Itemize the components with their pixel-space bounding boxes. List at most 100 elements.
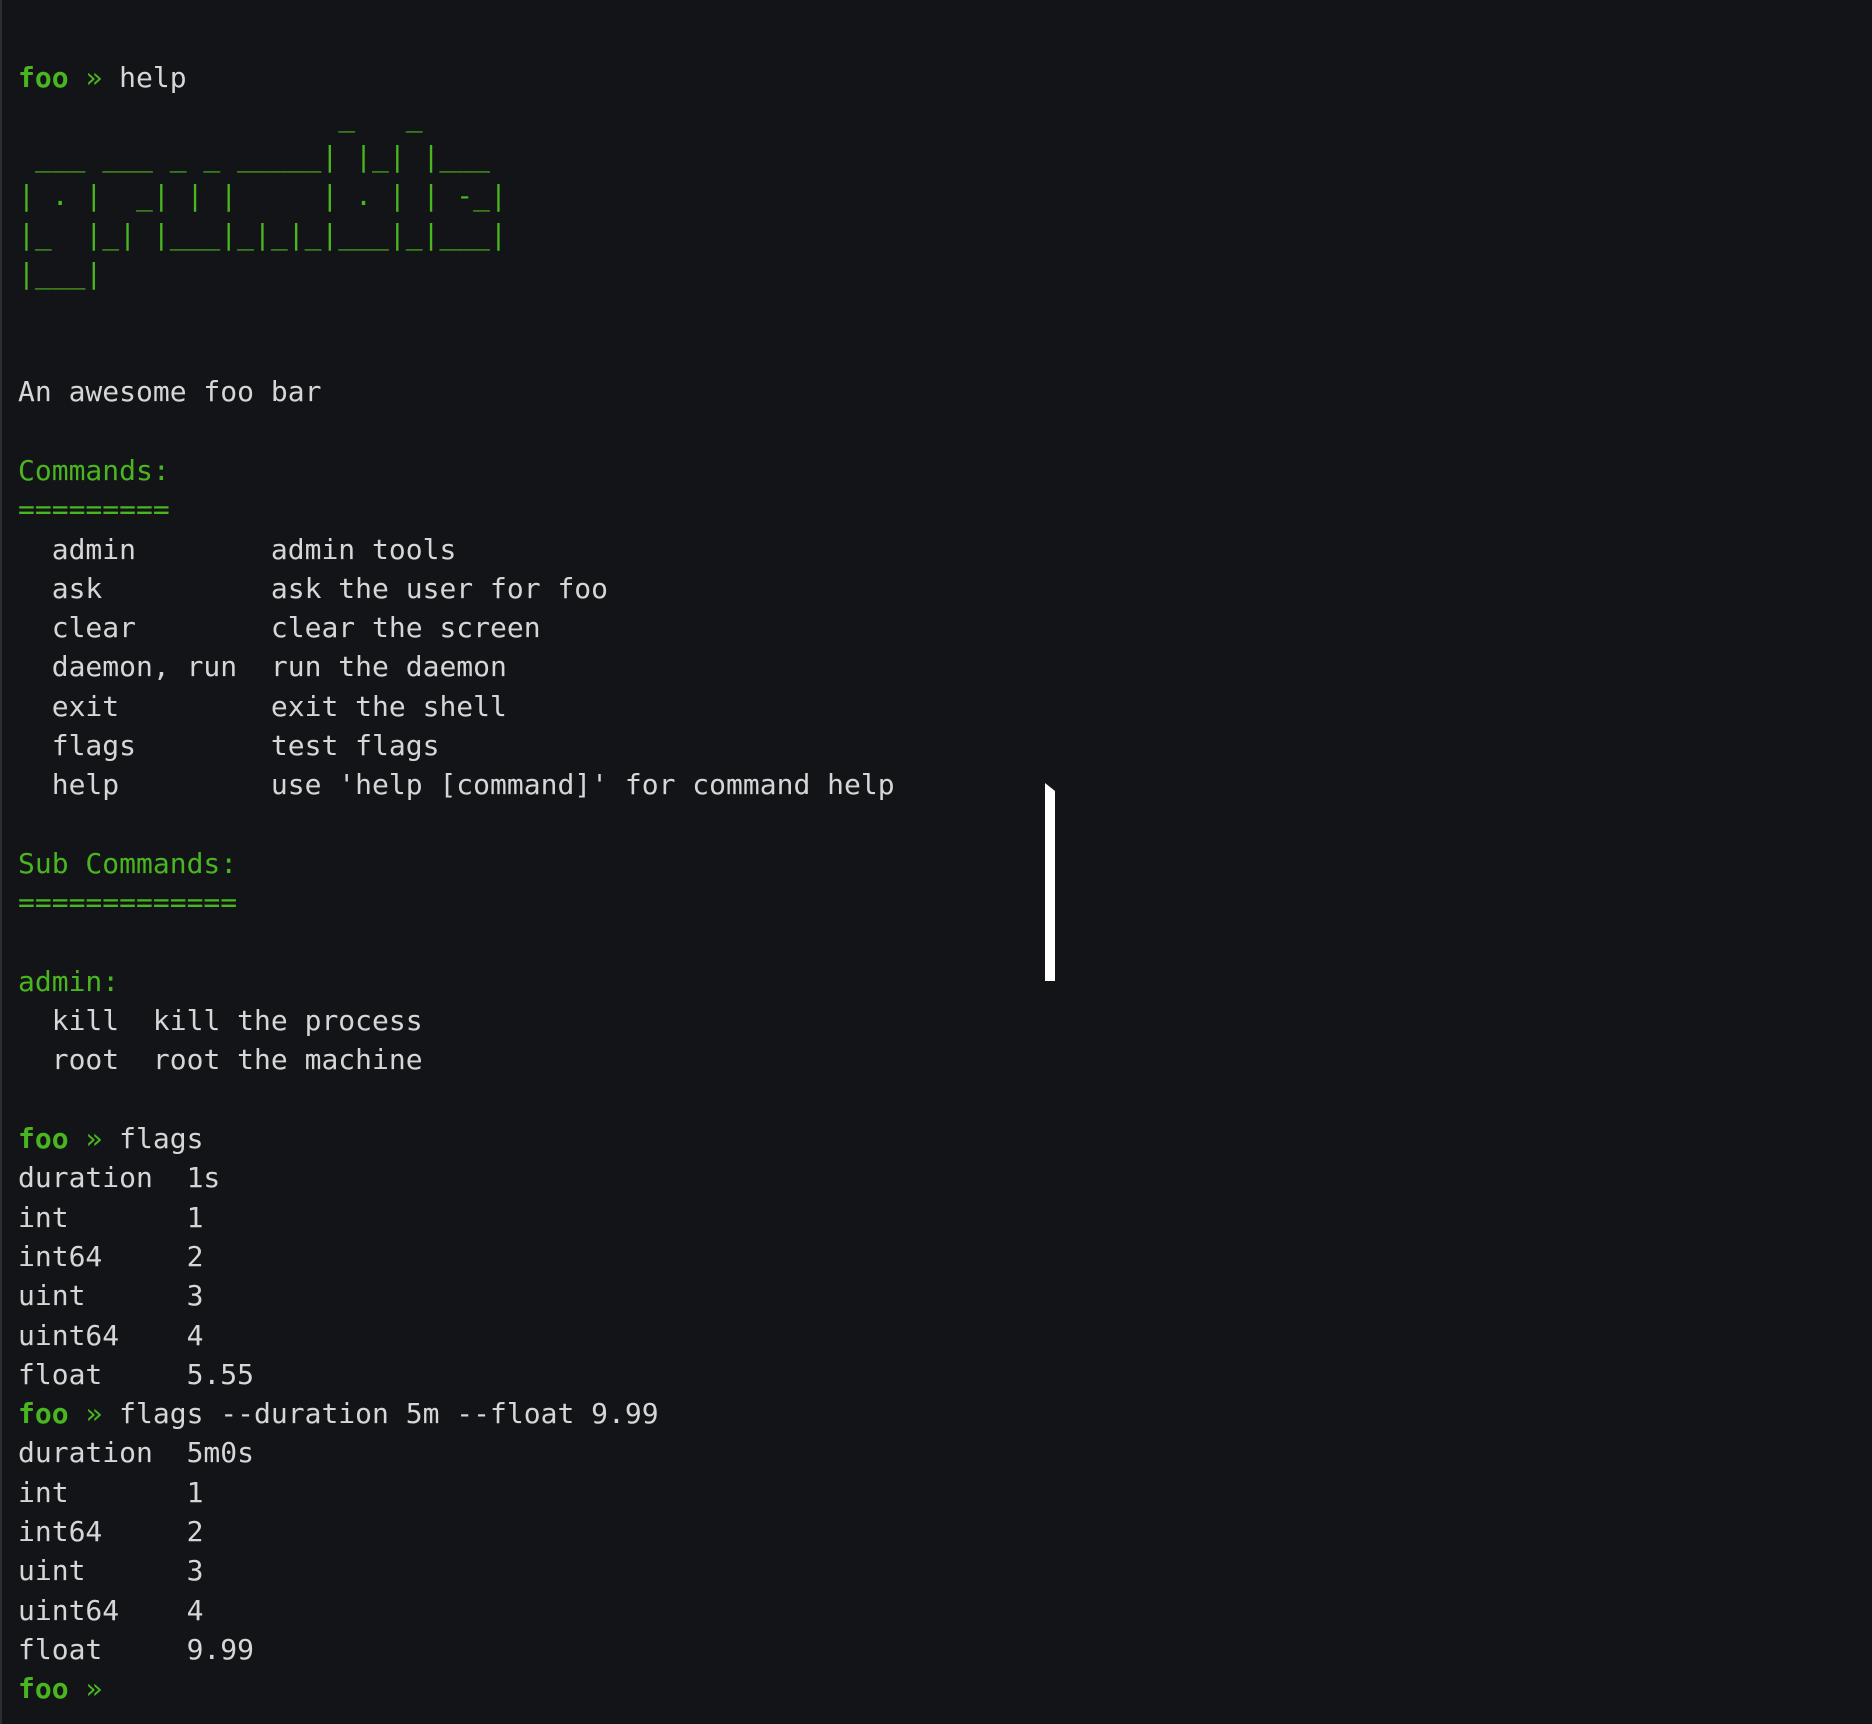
subcommands-underline: ============= — [18, 886, 238, 920]
ascii-banner-line: |___| — [18, 257, 103, 291]
flag-row-name: duration — [18, 1161, 187, 1195]
flag-row-value: 5m0s — [186, 1436, 255, 1470]
prompt-symbol: » — [85, 1122, 103, 1156]
subcommand-row: kill kill the process — [18, 1001, 1872, 1040]
command-row-name: clear — [51, 611, 271, 645]
flag-row: uint64 4 — [18, 1316, 1872, 1355]
command-text: flags --duration 5m --float 9.99 — [119, 1397, 659, 1431]
flag-row: float 9.99 — [18, 1630, 1872, 1669]
flag-row-name: int64 — [18, 1514, 187, 1548]
ascii-banner-line: |_ |_| |___|_|_|_|___|_|___| — [18, 218, 507, 252]
ascii-banner-line: | . | _| | | | . | | -_| — [18, 178, 507, 212]
command-row: help use 'help [command]' for command he… — [18, 765, 1872, 804]
ascii-banner-line: ___ ___ _ _ _____| |_| |___ — [18, 139, 491, 173]
commands-underline: ========= — [18, 493, 170, 527]
subcommands-heading: Sub Commands: — [18, 846, 238, 880]
command-row: flags test flags — [18, 726, 1872, 765]
prompt-symbol: » — [85, 61, 103, 94]
flag-row-value: 2 — [186, 1514, 204, 1548]
ascii-banner-line: _ _ — [18, 100, 423, 134]
prompt-name: foo — [18, 1672, 69, 1706]
command-row: admin admin tools — [18, 530, 1872, 569]
prompt-symbol: » — [85, 1397, 103, 1431]
flag-row-name: float — [18, 1357, 187, 1391]
app-description: An awesome foo bar — [18, 375, 322, 409]
flag-row: duration 5m0s — [18, 1433, 1872, 1472]
flag-row-name: duration — [18, 1436, 187, 1470]
prompt-symbol: » — [85, 1672, 103, 1706]
flag-row: int64 2 — [18, 1512, 1872, 1551]
subcommand-row-value: kill the process — [152, 1004, 423, 1038]
flag-row-name: int64 — [18, 1239, 187, 1273]
flag-row-value: 4 — [186, 1593, 204, 1627]
command-row-name: ask — [51, 571, 271, 605]
prompt-line: foo » flags --duration 5m --float 9.99 — [18, 1394, 1872, 1433]
flag-row-value: 2 — [186, 1239, 204, 1273]
flag-row-name: int — [18, 1475, 187, 1509]
subcommand-row-name: kill — [51, 1004, 153, 1038]
command-text: help — [119, 61, 187, 94]
prompt-name: foo — [18, 1397, 69, 1431]
command-row-name: help — [51, 768, 271, 802]
prompt-line: foo » help — [18, 58, 1872, 97]
command-row-value: ask the user for foo — [270, 571, 609, 605]
subcommand-row: root root the machine — [18, 1040, 1872, 1079]
command-row-value: clear the screen — [270, 611, 541, 645]
flag-row-value: 1s — [186, 1161, 221, 1195]
flag-row-name: int — [18, 1200, 187, 1234]
flag-row-value: 9.99 — [186, 1632, 255, 1666]
flag-row: int64 2 — [18, 1237, 1872, 1276]
flag-row-name: uint — [18, 1279, 187, 1313]
admin-heading: admin: — [18, 964, 120, 998]
flag-row-name: uint64 — [18, 1593, 187, 1627]
prompt-name: foo — [18, 61, 69, 94]
command-row-name: exit — [51, 689, 271, 723]
flag-row: uint 3 — [18, 1551, 1872, 1590]
prompt-name: foo — [18, 1122, 69, 1156]
terminal-window[interactable]: foo » help _ _ ___ ___ _ _ _____| |_| |_… — [0, 0, 1872, 1724]
command-row-value: admin tools — [270, 532, 457, 566]
flags-output: duration 5m0s int 1 int64 2 uint 3 uint64 4f… — [18, 1433, 1872, 1669]
subcommand-row-name: root — [51, 1043, 153, 1077]
flag-row: int 1 — [18, 1198, 1872, 1237]
command-row: exit exit the shell — [18, 687, 1872, 726]
command-row-value: exit the shell — [270, 689, 507, 723]
flag-row: uint64 4 — [18, 1591, 1872, 1630]
command-row: ask ask the user for foo — [18, 569, 1872, 608]
flag-row-value: 3 — [186, 1554, 204, 1588]
flags-output: duration 1s int 1 int64 2 uint 3 uint64 4 flo… — [18, 1158, 1872, 1394]
command-row: clear clear the screen — [18, 608, 1872, 647]
admin-subcommands-list: kill kill the process root root the mach… — [18, 1001, 1872, 1080]
flag-row-value: 1 — [186, 1200, 204, 1234]
text-cursor-caret — [1045, 783, 1055, 981]
subcommand-row-value: root the machine — [152, 1043, 423, 1077]
flag-row-value: 3 — [186, 1279, 204, 1313]
commands-heading: Commands: — [18, 453, 170, 487]
commands-list: admin admin tools ask ask the user for f… — [18, 530, 1872, 805]
flag-row: float 5.55 — [18, 1355, 1872, 1394]
flag-row-value: 1 — [186, 1475, 204, 1509]
active-prompt-line[interactable]: foo » — [18, 1669, 1872, 1708]
flag-row-name: uint — [18, 1554, 187, 1588]
command-row-name: daemon, run — [51, 650, 271, 684]
flag-row-name: float — [18, 1632, 187, 1666]
command-row-value: use 'help [command]' for command help — [270, 768, 895, 802]
command-row-value: run the daemon — [270, 650, 507, 684]
command-row-name: flags — [51, 729, 271, 763]
flag-row: int 1 — [18, 1473, 1872, 1512]
flag-row-value: 4 — [186, 1318, 204, 1352]
